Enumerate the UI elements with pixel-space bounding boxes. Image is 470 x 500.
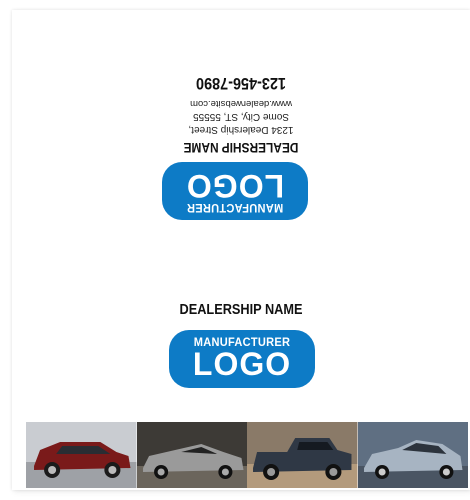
dealership-name: DEALERSHIP NAME xyxy=(179,301,303,318)
card-back-flipped: 123-456-7890 www.dealerwebsite.com Some … xyxy=(12,10,470,250)
dark-pickup-truck-photo xyxy=(247,422,358,488)
business-card: 123-456-7890 www.dealerwebsite.com Some … xyxy=(12,10,470,490)
card-front: DEALERSHIP NAME MANUFACTURER LOGO xyxy=(12,250,470,490)
logo-main-text: LOGO xyxy=(185,168,285,204)
website: www.dealerwebsite.com xyxy=(190,98,292,109)
manufacturer-logo: MANUFACTURER LOGO xyxy=(162,162,308,220)
phone-number: 123-456-7890 xyxy=(196,74,286,93)
silver-sports-car-photo xyxy=(136,422,247,488)
red-suv-photo xyxy=(26,422,137,488)
dealership-name: DEALERSHIP NAME xyxy=(183,140,299,156)
logo-main-text: LOGO xyxy=(192,346,292,382)
logo-manufacturer-text: MANUFACTURER xyxy=(186,201,284,215)
manufacturer-logo: MANUFACTURER LOGO xyxy=(169,330,315,388)
silver-sedan-photo xyxy=(357,422,468,488)
vehicle-photo-strip xyxy=(26,422,468,488)
city-state-zip: Some City, ST, 55555 xyxy=(193,111,289,122)
logo-manufacturer-text: MANUFACTURER xyxy=(193,335,291,349)
street-address: 1234 Dealership Street, xyxy=(188,124,294,135)
